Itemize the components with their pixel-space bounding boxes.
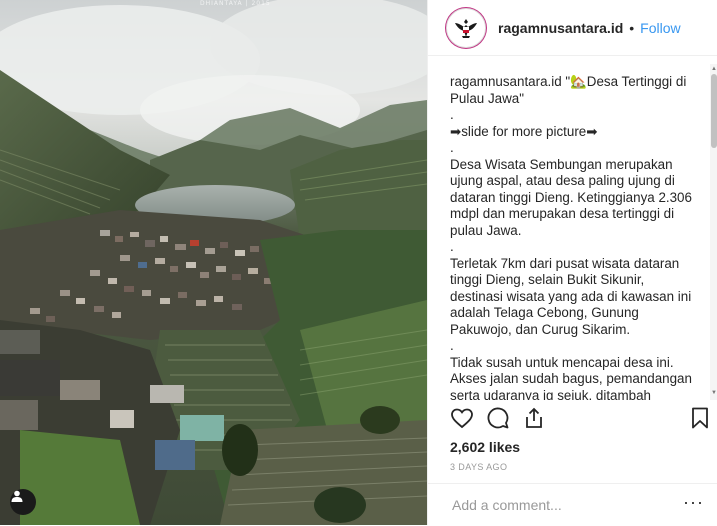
caption-dot: . — [450, 338, 454, 353]
post-side-panel: ragamnusantara.id • Follow ragamnusantar… — [427, 0, 717, 525]
comment-input[interactable] — [450, 496, 674, 514]
more-options-icon[interactable]: ··· — [683, 492, 704, 513]
post-caption: ragamnusantara.id "🏡Desa Tertinggi di Pu… — [450, 74, 700, 400]
bookmark-icon[interactable] — [688, 406, 712, 435]
photo-watermark: DHIANTAYA | 2015 — [200, 0, 271, 7]
scroll-up-arrow-icon[interactable]: ▲ — [711, 66, 717, 72]
share-icon[interactable] — [522, 406, 546, 435]
caption-paragraph-3: Tidak susah untuk mencapai desa ini. Aks… — [450, 354, 692, 401]
caption-author[interactable]: ragamnusantara.id — [450, 74, 562, 89]
post-timestamp: 3 DAYS AGO — [450, 462, 508, 472]
caption-scroll-area[interactable]: ragamnusantara.id "🏡Desa Tertinggi di Pu… — [428, 64, 717, 400]
caption-dot: . — [450, 107, 454, 122]
caption-paragraph-2: Terletak 7km dari pusat wisata dataran t… — [450, 255, 692, 337]
likes-count[interactable]: 2,602 likes — [450, 439, 520, 455]
follow-button[interactable]: Follow — [640, 20, 680, 36]
avatar[interactable] — [446, 7, 486, 48]
caption-slide-hint: ➡slide for more picture➡ — [450, 123, 598, 139]
landscape-illustration — [0, 0, 427, 525]
user-tag-button[interactable] — [10, 489, 36, 515]
post-header: ragamnusantara.id • Follow — [428, 0, 717, 56]
separator-dot: • — [629, 19, 635, 36]
user-tag-icon — [11, 490, 23, 502]
garuda-emblem-icon — [452, 13, 480, 42]
caption-paragraph-1: Desa Wisata Sembungan merupakan ujung as… — [450, 156, 692, 238]
scroll-down-arrow-icon[interactable]: ▼ — [711, 390, 717, 396]
caption-first-line: ragamnusantara.id "🏡Desa Tertinggi di Pu… — [450, 74, 700, 107]
caption-scrollbar-thumb[interactable] — [711, 74, 717, 148]
caption-dot: . — [450, 239, 454, 254]
post-username[interactable]: ragamnusantara.id — [498, 20, 623, 36]
comment-icon[interactable] — [486, 406, 510, 435]
post-actions — [450, 406, 717, 432]
caption-dot: . — [450, 140, 454, 155]
post-photo[interactable]: DHIANTAYA | 2015 — [0, 0, 427, 525]
comment-bar: ··· — [428, 483, 717, 526]
heart-icon[interactable] — [450, 406, 474, 435]
